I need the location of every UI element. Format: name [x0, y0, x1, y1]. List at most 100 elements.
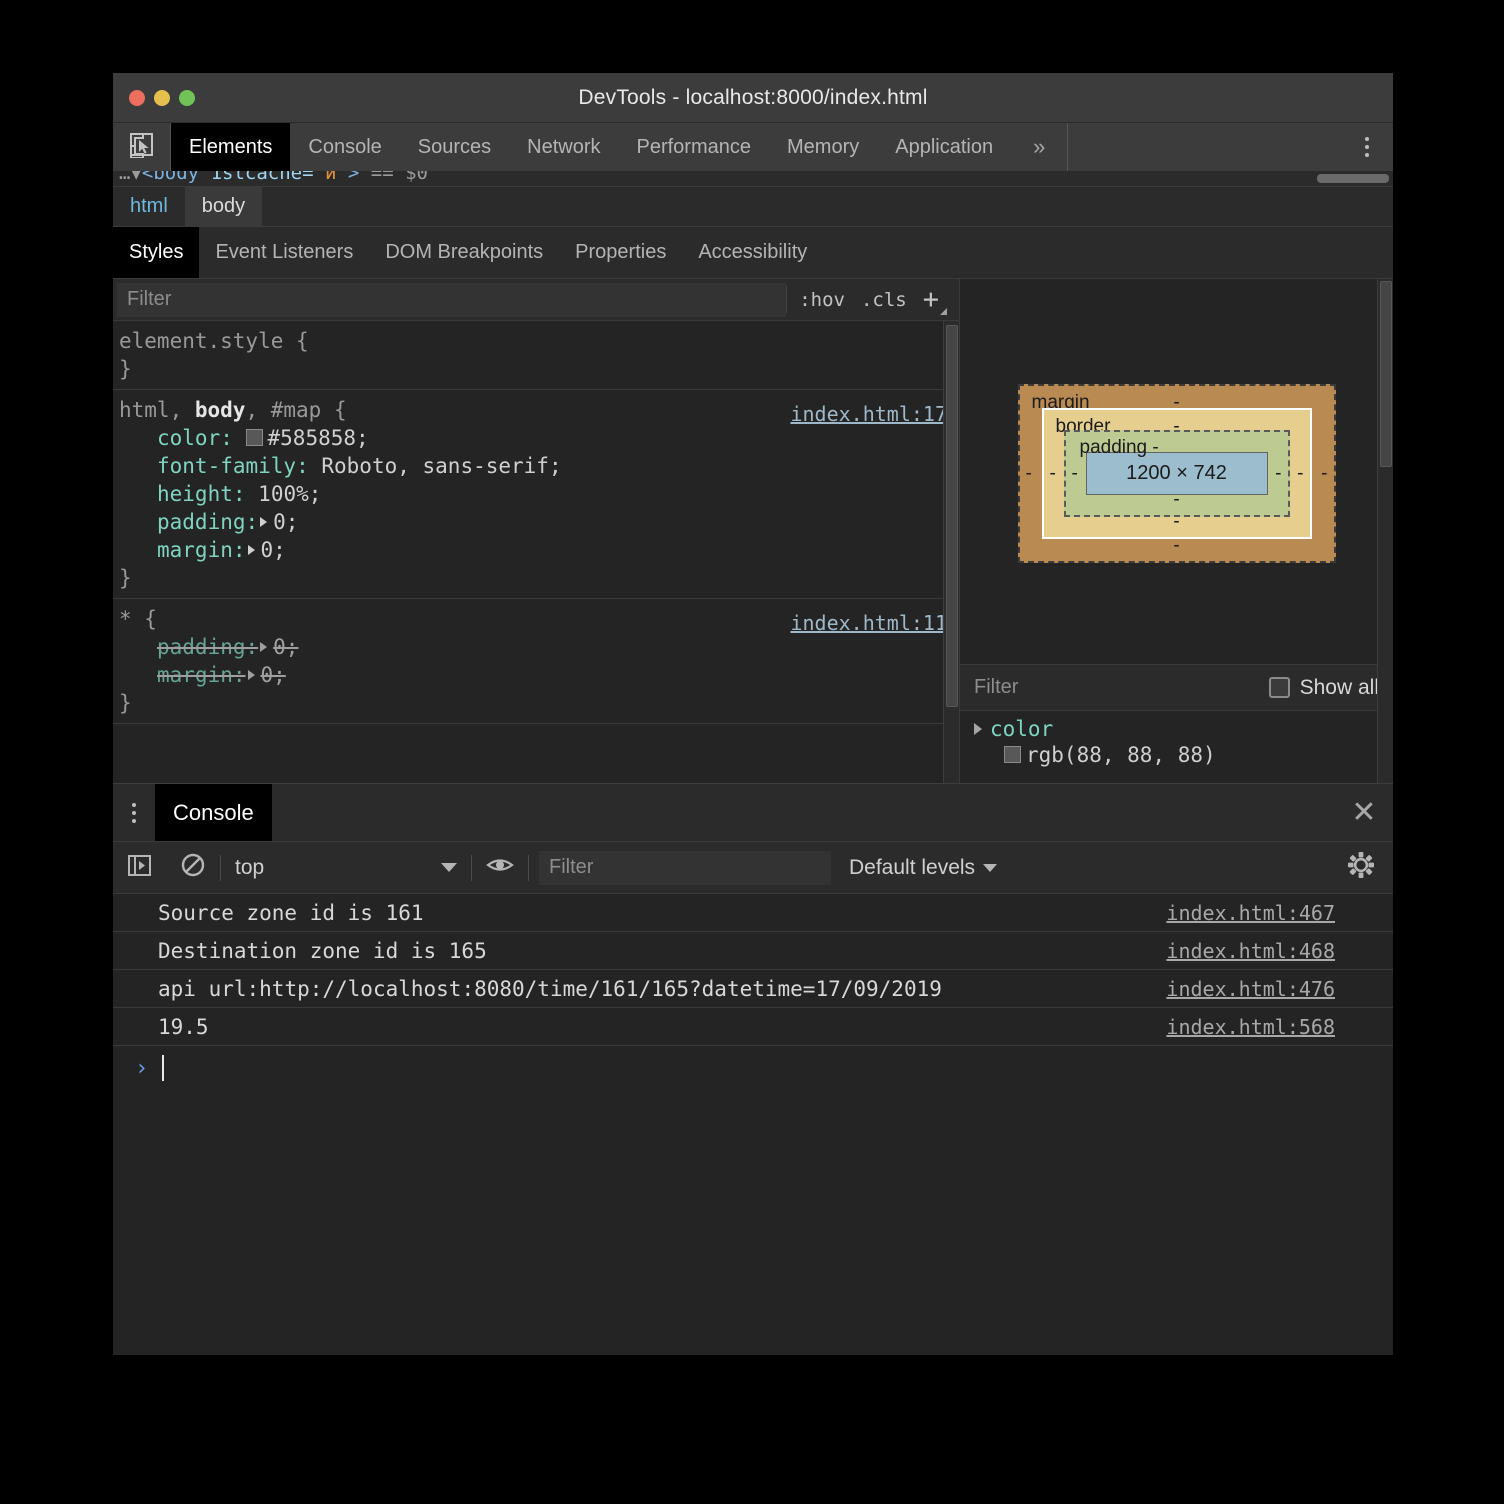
css-rule-html-body-map[interactable]: index.html:17 html, body, #map { color: …	[113, 390, 959, 599]
clear-console-button[interactable]	[166, 852, 220, 883]
css-selector[interactable]: element.style {	[119, 327, 959, 355]
console-message[interactable]: 19.5 index.html:568	[113, 1008, 1393, 1046]
css-declaration-padding-disabled[interactable]: padding: 0;	[119, 633, 959, 661]
tab-memory[interactable]: Memory	[769, 123, 877, 171]
tab-sources[interactable]: Sources	[400, 123, 509, 171]
more-tabs-button[interactable]: »	[1011, 123, 1069, 171]
css-property-value[interactable]: #585858;	[268, 426, 369, 450]
box-model-margin[interactable]: margin - - - - border - - - - padding - …	[1017, 384, 1336, 563]
scrollbar-thumb[interactable]	[1380, 281, 1392, 467]
chevron-right-icon[interactable]	[974, 723, 982, 735]
css-property-name[interactable]: padding:	[157, 510, 258, 534]
devtools-main-menu-button[interactable]	[1341, 123, 1393, 171]
console-message[interactable]: Source zone id is 161 index.html:467	[113, 894, 1393, 932]
box-model-padding-bottom[interactable]: -	[1066, 489, 1288, 511]
drawer-menu-button[interactable]	[113, 784, 155, 841]
close-drawer-button[interactable]: ✕	[1335, 784, 1393, 841]
console-message-text: Destination zone id is 165	[158, 938, 487, 963]
tab-styles[interactable]: Styles	[113, 227, 200, 278]
css-property-name[interactable]: height:	[157, 482, 246, 506]
tab-accessibility[interactable]: Accessibility	[682, 227, 823, 278]
console-message-source-link[interactable]: index.html:467	[1166, 901, 1335, 925]
live-expression-button[interactable]	[472, 855, 528, 880]
box-model-margin-left[interactable]: -	[1026, 463, 1032, 485]
css-property-value[interactable]: 0;	[261, 538, 286, 562]
element-classes-button[interactable]: .cls	[861, 289, 907, 311]
tab-performance[interactable]: Performance	[619, 123, 770, 171]
computed-property-color[interactable]: color	[960, 717, 1393, 741]
drawer-tab-console[interactable]: Console	[155, 784, 272, 841]
dom-tree-strip[interactable]: …▼<body 1stcache="и"> == $0	[113, 171, 1393, 187]
css-property-value[interactable]: 100%;	[258, 482, 321, 506]
css-selector-part-matched: body	[194, 398, 246, 422]
css-property-value[interactable]: Roboto, sans-serif;	[321, 454, 561, 478]
css-rule-universal[interactable]: index.html:11 * { padding: 0; margin: 0; }	[113, 599, 959, 724]
css-property-value[interactable]: 0;	[261, 663, 286, 687]
toggle-element-state-button[interactable]: :hov	[799, 289, 845, 311]
css-declaration-padding[interactable]: padding: 0;	[119, 508, 959, 536]
css-declaration-margin-disabled[interactable]: margin: 0;	[119, 661, 959, 689]
console-settings-button[interactable]	[1329, 851, 1393, 884]
computed-filter-input[interactable]: Filter	[974, 676, 1269, 699]
css-property-value[interactable]: 0;	[273, 510, 298, 534]
color-swatch-icon[interactable]	[245, 429, 263, 446]
css-property-value[interactable]: 0;	[273, 635, 298, 659]
box-model-border[interactable]: border - - - - padding - - - - 1200 × 74…	[1041, 408, 1312, 539]
color-swatch-icon[interactable]	[1004, 746, 1021, 763]
tab-network[interactable]: Network	[509, 123, 618, 171]
expand-shorthand-icon[interactable]	[260, 516, 268, 527]
css-property-name[interactable]: font-family:	[157, 454, 309, 478]
box-model-margin-right[interactable]: -	[1321, 463, 1327, 485]
console-levels-selector[interactable]: Default levels	[831, 856, 1015, 880]
styles-filter-input[interactable]: Filter	[117, 282, 787, 317]
css-rule-clipped[interactable]	[113, 724, 959, 738]
console-filter-input[interactable]: Filter	[539, 850, 831, 885]
expand-shorthand-icon[interactable]	[247, 544, 255, 555]
console-sidebar-toggle-button[interactable]	[113, 853, 166, 883]
css-declaration-margin[interactable]: margin: 0;	[119, 536, 959, 564]
console-message-source-link[interactable]: index.html:468	[1166, 939, 1335, 963]
tab-event-listeners[interactable]: Event Listeners	[199, 227, 369, 278]
console-message-source-link[interactable]: index.html:476	[1166, 977, 1335, 1001]
dom-attr-name: 1stcache=	[210, 171, 314, 184]
console-message[interactable]: Destination zone id is 165 index.html:46…	[113, 932, 1393, 970]
tab-application[interactable]: Application	[877, 123, 1011, 171]
console-context-selector[interactable]: top	[221, 856, 471, 880]
new-style-rule-button[interactable]: +	[923, 286, 947, 315]
box-model-border-left[interactable]: -	[1050, 463, 1056, 485]
box-model-padding-left[interactable]: -	[1072, 463, 1078, 485]
css-source-link[interactable]: index.html:17	[790, 400, 947, 428]
css-declaration-color[interactable]: color: #585858;	[119, 424, 959, 452]
dom-tree-horizontal-scrollbar[interactable]	[1317, 174, 1389, 183]
expand-shorthand-icon[interactable]	[247, 669, 255, 680]
box-model-padding[interactable]: padding - - - - 1200 × 742	[1063, 430, 1290, 517]
tab-properties[interactable]: Properties	[559, 227, 682, 278]
css-property-name[interactable]: padding:	[157, 635, 258, 659]
tab-label: Accessibility	[698, 241, 808, 263]
tab-console[interactable]: Console	[290, 123, 399, 171]
console-prompt[interactable]: ›	[113, 1046, 1393, 1090]
show-all-checkbox[interactable]	[1268, 677, 1290, 698]
dom-tree-node-line[interactable]: …▼<body 1stcache="и"> == $0	[119, 171, 428, 184]
css-rule-element-style[interactable]: element.style { }	[113, 321, 959, 390]
box-model-padding-right[interactable]: -	[1275, 463, 1281, 485]
css-property-name[interactable]: margin:	[157, 538, 246, 562]
box-model-border-right[interactable]: -	[1297, 463, 1303, 485]
console-message[interactable]: api url: http://localhost:8080/time/161/…	[113, 970, 1393, 1008]
tab-elements[interactable]: Elements	[171, 123, 291, 171]
css-property-name[interactable]: margin:	[157, 663, 246, 687]
console-message-url-link[interactable]: http://localhost:8080/time/161/165?datet…	[259, 977, 942, 1001]
inspect-element-button[interactable]	[113, 123, 171, 171]
styles-pane-scrollbar[interactable]	[943, 321, 959, 783]
css-declaration-height[interactable]: height: 100%;	[119, 480, 959, 508]
scrollbar-thumb[interactable]	[946, 325, 958, 707]
breadcrumb-item-body[interactable]: body	[184, 187, 263, 226]
computed-pane-scrollbar[interactable]	[1377, 279, 1393, 783]
expand-shorthand-icon[interactable]	[260, 641, 268, 652]
css-declaration-font-family[interactable]: font-family: Roboto, sans-serif;	[119, 452, 959, 480]
console-message-source-link[interactable]: index.html:568	[1166, 1015, 1335, 1039]
breadcrumb-item-html[interactable]: html	[113, 187, 185, 226]
show-all-label[interactable]: Show all	[1300, 676, 1379, 700]
tab-dom-breakpoints[interactable]: DOM Breakpoints	[369, 227, 559, 278]
css-property-name[interactable]: color:	[157, 426, 233, 450]
